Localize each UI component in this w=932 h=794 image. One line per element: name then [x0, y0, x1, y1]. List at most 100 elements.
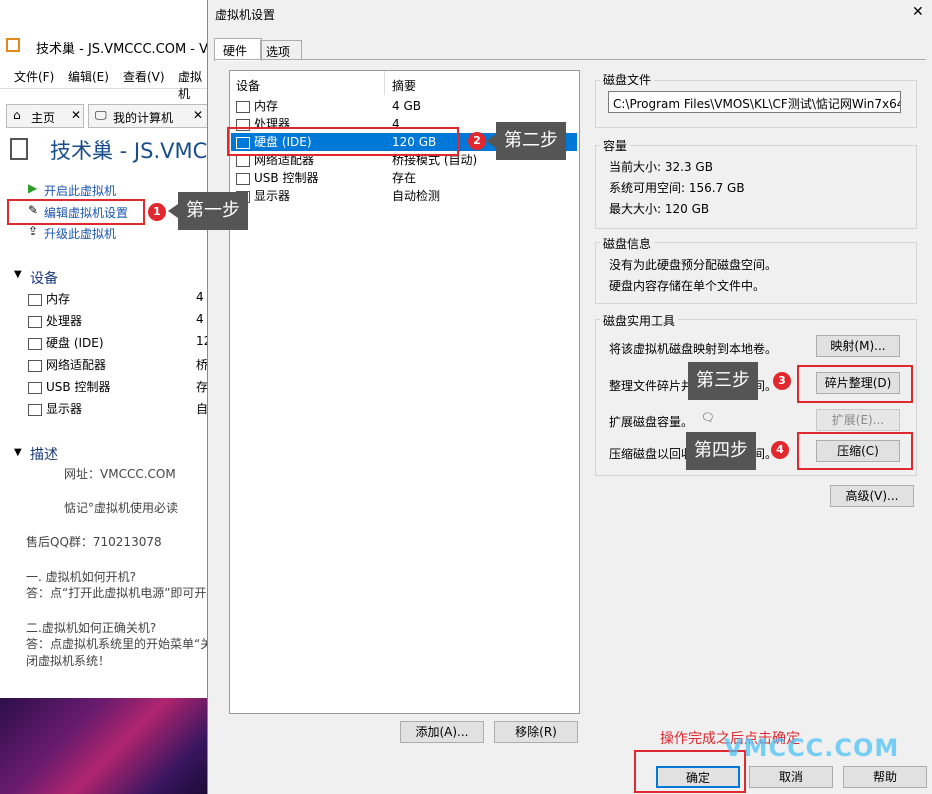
map-button[interactable]: 映射(M)...	[816, 335, 900, 357]
highlight-box-step1	[7, 199, 145, 225]
device-memory[interactable]: 内存	[28, 290, 70, 307]
device-network[interactable]: 网络适配器	[28, 356, 106, 373]
highlight-box-step4	[797, 432, 913, 470]
list-item[interactable]: 显示器 自动检测	[234, 187, 574, 205]
description-line: 闭虚拟机系统！	[26, 654, 111, 668]
help-button[interactable]: 帮助	[843, 766, 927, 788]
device-display[interactable]: 显示器	[28, 400, 82, 417]
device-usb[interactable]: USB 控制器	[28, 378, 110, 395]
cancel-button[interactable]: 取消	[749, 766, 833, 788]
collapse-icon[interactable]: ▼	[14, 269, 22, 280]
description-header: 描述	[30, 447, 58, 463]
action-upgrade[interactable]: 升级此虚拟机	[44, 225, 116, 242]
list-item-summary: 存在	[392, 171, 417, 185]
description-line: 惦记°虚拟机使用必读	[64, 501, 179, 515]
tab-hardware[interactable]: 硬件	[214, 38, 262, 61]
disk-utilities-title: 磁盘实用工具	[600, 312, 679, 329]
current-size: 当前大小: 32.3 GB	[609, 160, 713, 174]
vm-icon	[10, 138, 28, 160]
close-icon[interactable]: ✕	[71, 108, 81, 122]
main-window: 技术巢 - JS.VMCCC.COM - VM 文件(F) 编辑(E) 查看(V…	[0, 30, 219, 698]
add-button[interactable]: 添加(A)...	[400, 721, 484, 743]
column-divider	[384, 71, 385, 95]
devices-header: 设备	[30, 271, 58, 287]
description-line: 售后QQ群：710213078	[26, 535, 162, 549]
tab-home-label: 主页	[31, 111, 56, 125]
menu-edit[interactable]: 编辑(E)	[68, 68, 109, 85]
disk-file-title: 磁盘文件	[600, 71, 655, 88]
device-name: 内存	[46, 292, 71, 306]
capacity-title: 容量	[600, 137, 631, 154]
device-value: 4	[196, 290, 204, 304]
close-icon[interactable]: ✕	[193, 108, 203, 122]
menu-view[interactable]: 查看(V)	[123, 68, 165, 85]
tab-my-computer[interactable]: 🖵 我的计算机 ✕	[88, 104, 208, 128]
vm-title: 技术巢 - JS.VMC	[50, 139, 208, 163]
available-space: 系统可用空间: 156.7 GB	[609, 181, 745, 195]
advanced-button[interactable]: 高级(V)...	[830, 485, 914, 507]
menu-bar: 文件(F) 编辑(E) 查看(V) 虚拟机	[0, 64, 210, 101]
step2-callout: 第二步	[486, 122, 566, 160]
device-name: 处理器	[46, 314, 83, 328]
step3-callout: 第三步	[688, 362, 758, 400]
computer-icon: 🖵	[95, 108, 107, 122]
list-item-summary: 4 GB	[392, 99, 421, 113]
disk-info-line: 没有为此硬盘预分配磁盘空间。	[609, 258, 778, 272]
disk-info-title: 磁盘信息	[600, 235, 655, 252]
step1-callout: 第一步	[168, 192, 248, 230]
usb-icon	[28, 381, 42, 394]
column-header-device[interactable]: 设备	[236, 77, 260, 94]
disk-icon	[28, 337, 42, 350]
device-value: 4	[196, 312, 204, 326]
device-cpu[interactable]: 处理器	[28, 312, 82, 329]
device-list-panel: 设备 摘要 内存 4 GB 处理器 4 硬盘 (IDE) 120 GB 网络适配…	[229, 70, 580, 714]
menu-vm[interactable]: 虚拟机	[178, 68, 210, 102]
network-icon	[28, 359, 42, 372]
tab-hardware-label: 硬件	[223, 44, 248, 58]
description-line: 一. 虚拟机如何开机?	[26, 570, 136, 584]
list-item[interactable]: 内存 4 GB	[234, 97, 574, 115]
list-item-name: 显示器	[254, 189, 291, 203]
column-header-summary[interactable]: 摘要	[392, 77, 416, 94]
collapse-icon[interactable]: ▼	[14, 447, 22, 458]
highlight-box-step3	[797, 365, 913, 403]
expand-button[interactable]: 扩展(E)...	[816, 409, 900, 431]
device-disk[interactable]: 硬盘 (IDE)	[28, 334, 104, 351]
action-power-on[interactable]: 开启此虚拟机	[44, 182, 116, 199]
usb-icon	[236, 169, 254, 187]
home-icon: ⌂	[13, 108, 21, 122]
description-line: 二.虚拟机如何正确关机?	[26, 621, 157, 635]
disk-file-input[interactable]: C:\Program Files\VMOS\KL\CF测试\惦记网Win7x64…	[608, 91, 901, 113]
memory-icon	[236, 97, 254, 115]
play-icon: ▶	[28, 181, 38, 195]
memory-icon	[28, 293, 42, 306]
device-name: 显示器	[46, 402, 83, 416]
main-window-title: 技术巢 - JS.VMCCC.COM - VM	[36, 42, 220, 57]
info-icon: 🗨	[701, 411, 715, 424]
disk-info-line: 硬盘内容存储在单个文件中。	[609, 279, 766, 293]
tab-options[interactable]: 选项	[260, 40, 302, 60]
vmware-logo-icon	[6, 38, 20, 52]
description-line: 网址：VMCCC.COM	[64, 467, 176, 481]
remove-button[interactable]: 移除(R)	[494, 721, 578, 743]
max-size: 最大大小: 120 GB	[609, 202, 710, 216]
highlight-box-step2	[227, 127, 459, 156]
list-item-name: 内存	[254, 99, 279, 113]
list-item-name: USB 控制器	[254, 171, 319, 185]
step-number-badge: 2	[468, 132, 486, 150]
watermark: VMCCC.COM	[724, 734, 900, 762]
step-number-badge: 1	[148, 203, 166, 221]
description-line: 答：点“打开此虚拟机电源”即可开	[26, 586, 207, 600]
tab-options-label: 选项	[266, 45, 291, 59]
tab-home[interactable]: ⌂ 主页 ✕	[6, 104, 84, 128]
step4-callout: 第四步	[686, 432, 756, 470]
list-item[interactable]: USB 控制器 存在	[234, 169, 574, 187]
dialog-title: 虚拟机设置	[215, 8, 276, 22]
description-line: 答：点虚拟机系统里的开始菜单“关	[26, 637, 213, 651]
cpu-icon	[28, 315, 42, 328]
close-icon[interactable]: ✕	[912, 4, 924, 20]
desktop-background	[0, 696, 210, 794]
step-number-badge: 4	[771, 441, 789, 459]
device-name: 硬盘 (IDE)	[46, 336, 104, 350]
menu-file[interactable]: 文件(F)	[14, 68, 54, 85]
